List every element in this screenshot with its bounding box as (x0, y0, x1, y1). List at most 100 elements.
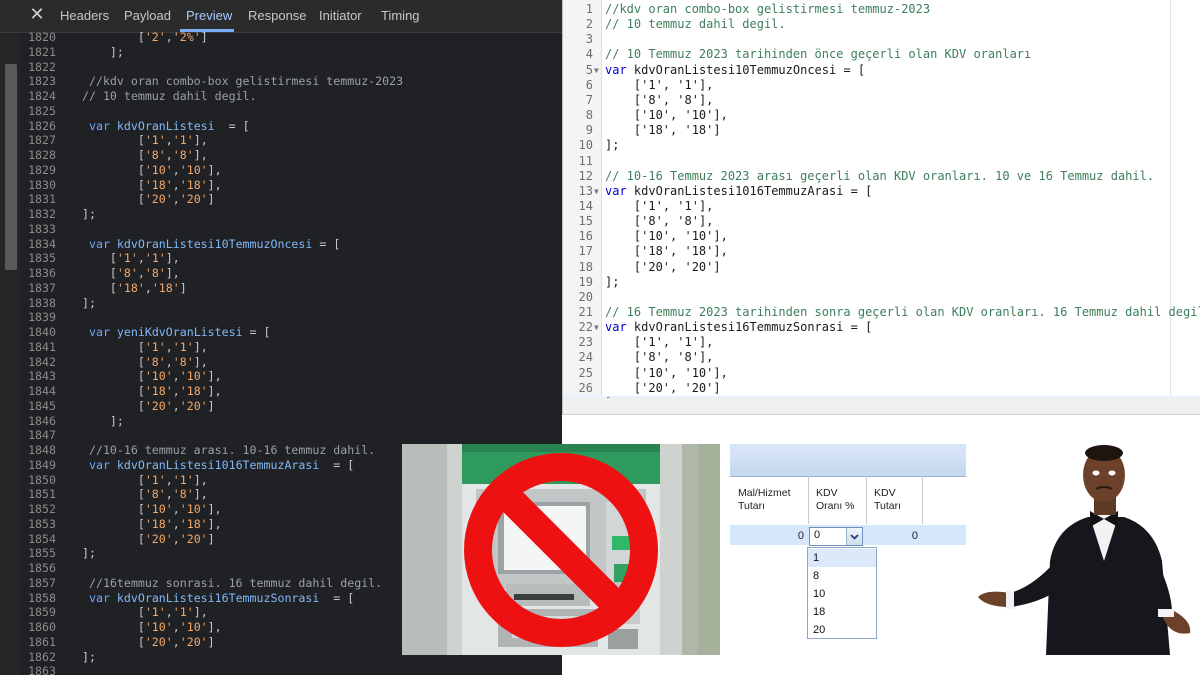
tab-timing[interactable]: Timing (381, 8, 420, 23)
code-identifier: kdvOranListesi16TemmuzSonrasi (116, 590, 320, 605)
tab-initiator[interactable]: Initiator (319, 8, 362, 23)
line-number: 1853 (28, 516, 56, 531)
line-number: 1861 (28, 634, 56, 649)
line-number: 1 (585, 2, 593, 16)
code-punctuation: ], (713, 365, 728, 380)
code-string: '10' (179, 162, 208, 177)
line-code: ['18','18'], (82, 178, 222, 193)
editor-line: 3 (563, 32, 1200, 47)
code-comment: // 16 Temmuz 2023 tarihinden sonra geçer… (605, 305, 1200, 319)
column-header-mal-hizmet: Mal/Hizmet Tutarı (730, 476, 809, 524)
code-punctuation: [ (82, 30, 145, 44)
line-number: 12 (578, 168, 593, 183)
code-punctuation: , (144, 280, 152, 295)
line-number: 1828 (28, 148, 56, 162)
fold-icon[interactable]: ▼ (594, 320, 599, 335)
code-string: '8' (144, 148, 166, 162)
fold-icon[interactable]: ▼ (594, 63, 599, 78)
dropdown-option[interactable]: 8 (808, 567, 876, 585)
code-punctuation: [ (605, 198, 642, 213)
line-code: ['8', '8'], (605, 214, 714, 229)
line-number: 1845 (28, 398, 56, 413)
code-comment: // 10 Temmuz 2023 tarihinden önce geçerl… (605, 47, 1032, 62)
dropdown-option[interactable]: 20 (808, 621, 876, 639)
dropdown-option[interactable]: 18 (808, 603, 876, 621)
line-code: ['20','20'] (82, 399, 215, 414)
code-punctuation: [ (82, 162, 145, 177)
code-punctuation: , (165, 354, 173, 369)
vertical-scrollbar[interactable] (5, 64, 17, 270)
dropdown-option[interactable]: 1 (808, 549, 876, 567)
option-label: 8 (813, 570, 820, 582)
code-punctuation: [ (82, 339, 145, 354)
code-string: '1' (172, 472, 194, 487)
code-punctuation: , (662, 77, 678, 92)
line-number: 1863 (28, 664, 56, 675)
line-code: var kdvOranListesi1016TemmuzArasi = [ (82, 458, 354, 473)
editor-line: 22 ▼ var kdvOranListesi16TemmuzSonrasi = [ (563, 320, 1200, 335)
line-number: 3 (585, 32, 593, 47)
cell-mal-hizmet-tutari[interactable]: 0 (730, 530, 804, 550)
code-punctuation: ], (207, 162, 222, 177)
line-number: 25 (578, 365, 593, 380)
editor-line: 7 ['8', '8'], (563, 93, 1200, 108)
code-punctuation: [ (82, 148, 145, 162)
line-code: ]; (82, 296, 96, 311)
horizontal-scrollbar[interactable] (563, 398, 1200, 414)
code-punctuation: ], (165, 266, 180, 280)
code-punctuation: ] (207, 192, 215, 207)
line-number: 1844 (28, 384, 56, 398)
line-code: //10-16 temmuz arası. 10-16 temmuz dahil… (82, 443, 375, 458)
code-punctuation: [ (605, 380, 642, 395)
code-string: '20' (144, 531, 173, 546)
tab-preview[interactable]: Preview (186, 8, 232, 23)
code-punctuation: ] (207, 634, 215, 649)
fold-icon[interactable]: ▼ (594, 184, 599, 199)
shrugging-man-illustration (978, 445, 1191, 655)
editor-line: 17 ['18', '18'], (563, 244, 1200, 259)
line-number: 15 (578, 214, 593, 229)
code-string: '1' (116, 251, 138, 266)
code-string: '10' (144, 620, 173, 634)
tab-response[interactable]: Response (248, 8, 307, 23)
line-number: 1846 (28, 413, 56, 428)
close-icon[interactable]: ✕ (27, 5, 47, 25)
tab-headers[interactable]: Headers (60, 8, 109, 23)
line-number: 1860 (28, 620, 56, 634)
line-code: ['1','1'], (82, 473, 208, 488)
kdv-orani-dropdown: 1 8 10 18 20 (807, 547, 877, 639)
code-punctuation: , (165, 30, 173, 44)
code-punctuation: [ (605, 77, 642, 92)
code-string: '18' (179, 384, 208, 398)
option-label: 18 (813, 606, 826, 618)
line-code: ['18', '18'], (605, 244, 728, 259)
option-label: 20 (813, 624, 826, 636)
line-code: var kdvOranListesi = [ (82, 119, 250, 134)
line-number: 1849 (28, 457, 56, 472)
code-punctuation: ], (713, 229, 728, 244)
line-code: // 10 temmuz dahil degil. (605, 17, 786, 32)
kdv-orani-combobox[interactable]: 0 (809, 527, 863, 546)
chevron-down-icon[interactable] (846, 528, 862, 545)
code-punctuation: [ (82, 472, 145, 487)
editor-line: 18 ['20', '20'] (563, 260, 1200, 275)
code-identifier: kdvOranListesi10TemmuzOncesi (116, 236, 313, 251)
tab-payload[interactable]: Payload (124, 8, 171, 23)
devtools-tabbar: ✕ Headers Payload Preview Response Initi… (0, 0, 562, 33)
code-punctuation: = [ (843, 183, 873, 198)
code-string: '2' (144, 30, 166, 44)
line-number: 10 (578, 138, 593, 153)
code-comment: //kdv oran combo-box gelistirmesi temmuz… (82, 74, 404, 89)
dropdown-option[interactable]: 10 (808, 585, 876, 603)
line-code: var kdvOranListesi16TemmuzSonrasi = [ (82, 591, 354, 606)
code-punctuation (110, 458, 117, 472)
line-code: // 10 Temmuz 2023 tarihinden önce geçerl… (605, 47, 1031, 62)
line-code: //kdv oran combo-box gelistirmesi temmuz… (605, 2, 930, 17)
line-number: 1851 (28, 487, 56, 502)
code-punctuation: = [ (242, 325, 271, 339)
code-punctuation: , (670, 259, 685, 274)
code-punctuation: ], (207, 369, 222, 384)
code-punctuation: ] (207, 398, 215, 413)
code-punctuation: , (172, 369, 180, 384)
line-code: ['8','8'], (82, 266, 180, 281)
